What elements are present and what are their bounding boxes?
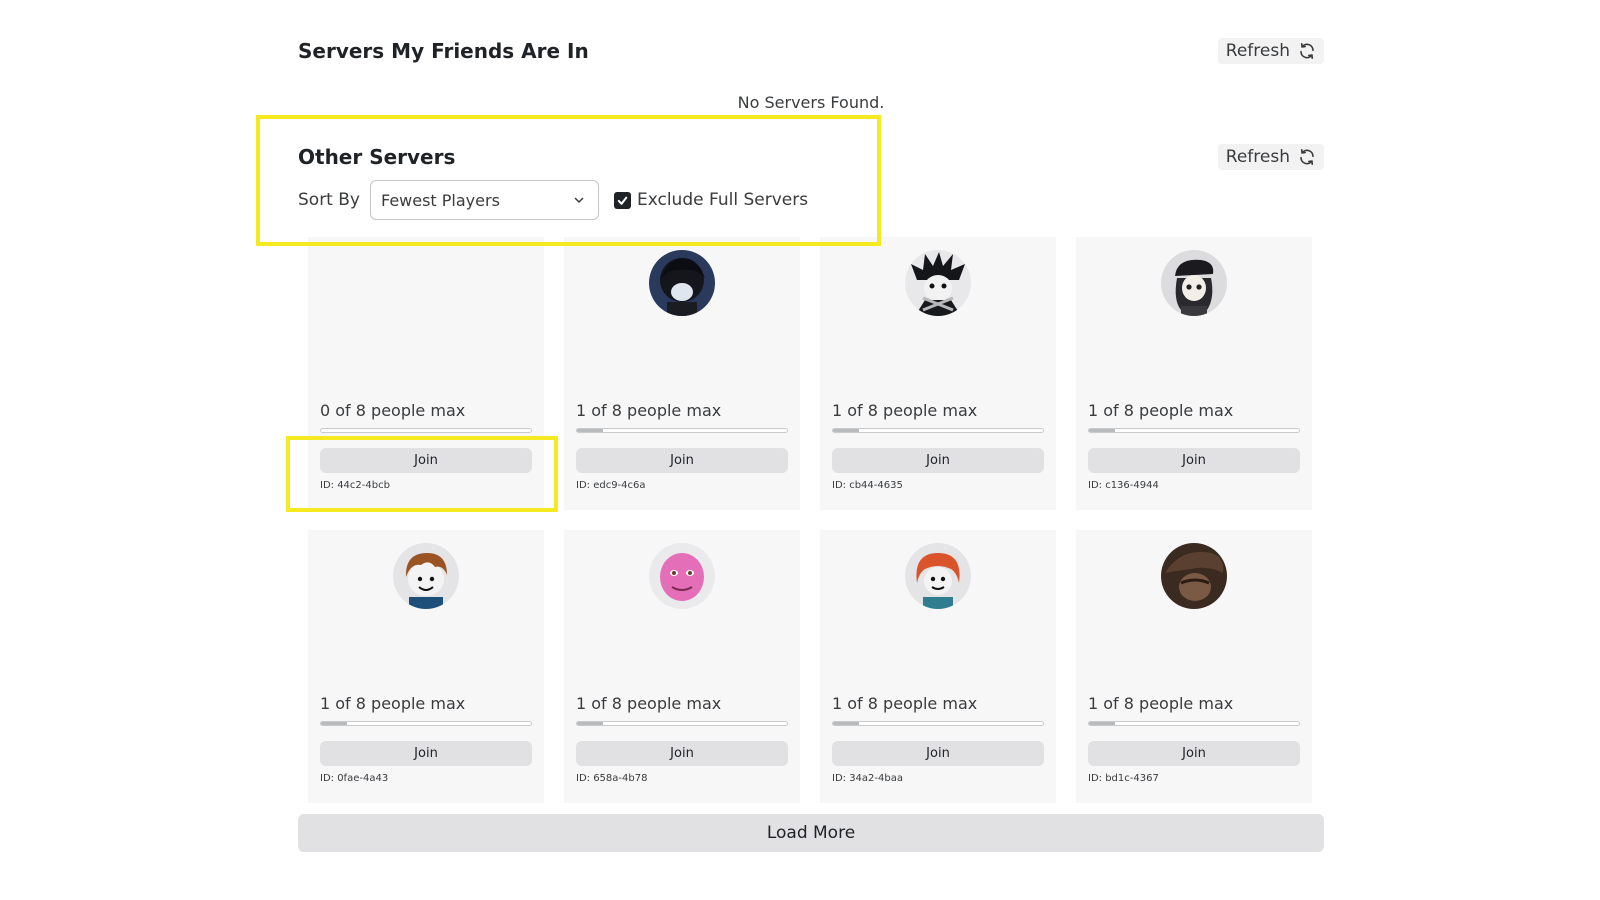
capacity-bar-fill — [833, 429, 860, 432]
server-id: ID: 658a-4b78 — [576, 773, 648, 784]
capacity-bar-fill — [1089, 429, 1116, 432]
server-capacity: 1 of 8 people max — [576, 401, 722, 420]
capacity-bar — [832, 721, 1044, 726]
refresh-icon — [1300, 43, 1314, 59]
red-hair-avatar — [905, 543, 971, 609]
join-button[interactable]: Join — [576, 741, 788, 766]
server-capacity: 0 of 8 people max — [320, 401, 466, 420]
server-card: 1 of 8 people max Join ID: c136-4944 — [1076, 237, 1312, 510]
server-capacity: 1 of 8 people max — [320, 694, 466, 713]
spiky-hair-avatar — [905, 250, 971, 316]
server-card: 1 of 8 people max Join ID: cb44-4635 — [820, 237, 1056, 510]
join-button[interactable]: Join — [1088, 448, 1300, 473]
highlight-box-other-servers — [256, 115, 881, 246]
pink-face-avatar — [649, 543, 715, 609]
server-id: ID: edc9-4c6a — [576, 480, 646, 491]
server-id: ID: cb44-4635 — [832, 480, 903, 491]
capacity-bar-fill — [321, 722, 348, 725]
capacity-bar-fill — [577, 722, 604, 725]
capacity-bar — [576, 721, 788, 726]
capacity-bar — [832, 428, 1044, 433]
capacity-bar — [320, 721, 532, 726]
no-servers-message: No Servers Found. — [737, 93, 885, 112]
capacity-bar-fill — [833, 722, 860, 725]
load-more-button[interactable]: Load More — [298, 814, 1324, 852]
dark-hair-avatar — [649, 250, 715, 316]
server-grid: 0 of 8 people max Join ID: 44c2-4bcb 1 o… — [308, 237, 1312, 803]
join-button[interactable]: Join — [1088, 741, 1300, 766]
server-card: 1 of 8 people max Join ID: 0fae-4a43 — [308, 530, 544, 803]
refresh-label: Refresh — [1225, 41, 1290, 61]
capacity-bar — [1088, 428, 1300, 433]
server-id: ID: c136-4944 — [1088, 480, 1159, 491]
other-refresh-button[interactable]: Refresh — [1217, 144, 1324, 170]
server-card: 1 of 8 people max Join ID: bd1c-4367 — [1076, 530, 1312, 803]
join-button[interactable]: Join — [576, 448, 788, 473]
friends-servers-header: Servers My Friends Are In Refresh — [298, 38, 1324, 64]
server-capacity: 1 of 8 people max — [576, 694, 722, 713]
server-capacity: 1 of 8 people max — [832, 401, 978, 420]
server-card: 1 of 8 people max Join ID: 34a2-4baa — [820, 530, 1056, 803]
capacity-bar — [1088, 721, 1300, 726]
server-capacity: 1 of 8 people max — [1088, 694, 1234, 713]
friends-refresh-button[interactable]: Refresh — [1217, 38, 1324, 64]
server-capacity: 1 of 8 people max — [832, 694, 978, 713]
highlight-box-join — [286, 436, 558, 512]
join-button[interactable]: Join — [320, 741, 532, 766]
refresh-icon — [1300, 149, 1314, 165]
server-card: 1 of 8 people max Join ID: 658a-4b78 — [564, 530, 800, 803]
capacity-bar-fill — [577, 429, 604, 432]
server-id: ID: 34a2-4baa — [832, 773, 903, 784]
join-button[interactable]: Join — [832, 741, 1044, 766]
brown-hair-avatar — [393, 543, 459, 609]
capacity-bar-fill — [1089, 722, 1116, 725]
server-card: 1 of 8 people max Join ID: edc9-4c6a — [564, 237, 800, 510]
hat-avatar — [1161, 250, 1227, 316]
brown-hat-avatar — [1161, 543, 1227, 609]
refresh-label: Refresh — [1225, 147, 1290, 167]
capacity-bar — [320, 428, 532, 433]
friends-servers-title: Servers My Friends Are In — [298, 39, 589, 63]
join-button[interactable]: Join — [832, 448, 1044, 473]
server-id: ID: 0fae-4a43 — [320, 773, 389, 784]
server-id: ID: bd1c-4367 — [1088, 773, 1159, 784]
capacity-bar — [576, 428, 788, 433]
server-capacity: 1 of 8 people max — [1088, 401, 1234, 420]
